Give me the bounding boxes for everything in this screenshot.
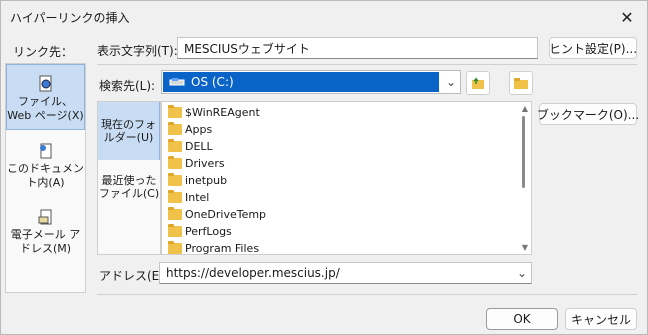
folder-icon: [168, 207, 182, 220]
nav-item-web-page[interactable]: ファイル、Web ページ(X): [6, 64, 85, 130]
list-item[interactable]: Apps: [168, 121, 212, 138]
browse-side-pane: 現在のフォルダー(U) 最近使ったファイル(C): [97, 101, 161, 255]
cancel-button[interactable]: キャンセル: [565, 308, 637, 330]
address-input[interactable]: https://developer.mescius.jp/ ⌄: [159, 262, 532, 284]
title-bar: ハイパーリンクの挿入 ✕: [1, 1, 647, 33]
chevron-down-icon[interactable]: ⌄: [446, 75, 456, 89]
current-folder-item[interactable]: 現在のフォルダー(U): [98, 102, 160, 160]
recent-files-item[interactable]: 最近使ったファイル(C): [98, 172, 160, 212]
link-to-label: リンク先：: [13, 45, 74, 59]
display-text-label: 表示文字列(T):: [97, 44, 178, 58]
drive-icon: [169, 78, 185, 86]
ok-button[interactable]: OK: [486, 308, 558, 330]
look-in-selected: OS (C:): [163, 72, 439, 92]
nav-item-email-address[interactable]: 電子メール アドレス(M): [6, 204, 85, 268]
list-item[interactable]: PerfLogs: [168, 223, 232, 240]
web-page-icon: [39, 75, 51, 92]
display-text-input[interactable]: MESCIUSウェブサイト: [177, 37, 538, 59]
link-type-bar: ファイル、Web ページ(X) このドキュメント内(A) 電子メール アドレス(…: [5, 63, 86, 293]
list-item[interactable]: DELL: [168, 138, 213, 155]
file-list[interactable]: $WinREAgent Apps DELL Drivers inetpub In…: [161, 101, 532, 255]
folder-icon: [168, 139, 182, 152]
list-item[interactable]: OneDriveTemp: [168, 206, 266, 223]
folder-icon: [168, 122, 182, 135]
dialog-title: ハイパーリンクの挿入: [10, 11, 130, 25]
address-label: アドレス(E):: [99, 269, 168, 283]
email-icon: [38, 209, 51, 225]
folder-icon: [168, 190, 182, 203]
nav-item-this-document[interactable]: このドキュメント内(A): [6, 136, 85, 200]
list-item[interactable]: inetpub: [168, 172, 227, 189]
list-item[interactable]: Drivers: [168, 155, 225, 172]
folder-icon: [168, 224, 182, 237]
list-item[interactable]: Intel: [168, 189, 209, 206]
folder-icon: [168, 105, 182, 118]
list-item[interactable]: Program Files: [168, 240, 259, 254]
up-folder-icon[interactable]: [466, 71, 490, 95]
folder-icon: [168, 241, 182, 254]
separator: [97, 64, 637, 65]
vertical-scrollbar-thumb[interactable]: [522, 116, 525, 188]
scroll-down-icon[interactable]: ▼: [522, 243, 528, 252]
folder-icon: [168, 173, 182, 186]
insert-hyperlink-dialog: ハイパーリンクの挿入 ✕ リンク先： ファイル、Web ページ(X) このドキュ…: [0, 0, 648, 335]
address-dropdown-icon[interactable]: ⌄: [517, 266, 527, 280]
screen-tip-button[interactable]: ヒント設定(P)...: [549, 37, 637, 59]
look-in-combobox[interactable]: OS (C:) ⌄: [161, 70, 461, 94]
close-icon[interactable]: ✕: [607, 1, 647, 33]
separator: [97, 294, 637, 295]
folder-icon: [168, 156, 182, 169]
bookmark-button[interactable]: ブックマーク(O)...: [537, 103, 639, 125]
browse-folder-icon[interactable]: [509, 71, 533, 95]
document-icon: [39, 143, 51, 159]
look-in-label: 検索先(L):: [99, 79, 156, 93]
list-item[interactable]: $WinREAgent: [168, 104, 260, 121]
scroll-up-icon[interactable]: ▲: [522, 104, 528, 113]
